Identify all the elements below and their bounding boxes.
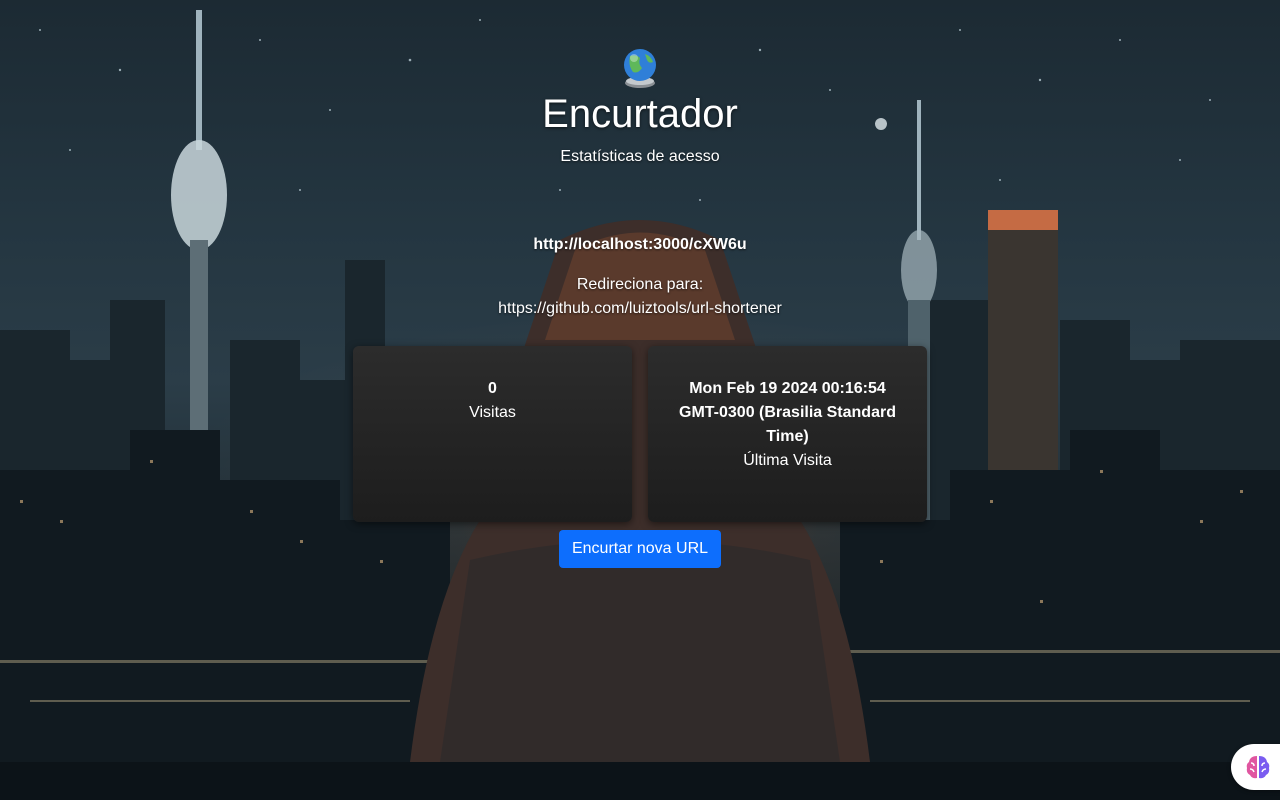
extension-badge[interactable] <box>1231 744 1280 790</box>
last-visit-label: Última Visita <box>743 452 832 469</box>
last-visit-value: Mon Feb 19 2024 00:16:54 GMT-0300 (Brasi… <box>679 380 896 445</box>
bottom-bar <box>0 762 1280 800</box>
visits-card: 0 Visitas <box>353 346 632 522</box>
page-title: Encurtador <box>542 92 738 136</box>
page-subtitle: Estatísticas de acesso <box>560 148 720 165</box>
globe-icon <box>620 46 660 90</box>
short-url: http://localhost:3000/cXW6u <box>533 236 747 253</box>
redirect-url: https://github.com/luiztools/url-shorten… <box>498 300 782 317</box>
redirect-label: Redireciona para: <box>576 276 704 293</box>
visits-count: 0 <box>488 380 497 397</box>
new-url-button[interactable]: Encurtar nova URL <box>559 530 721 568</box>
last-visit-card: Mon Feb 19 2024 00:16:54 GMT-0300 (Brasi… <box>648 346 927 522</box>
brain-icon <box>1246 756 1270 779</box>
visits-label: Visitas <box>469 404 516 421</box>
